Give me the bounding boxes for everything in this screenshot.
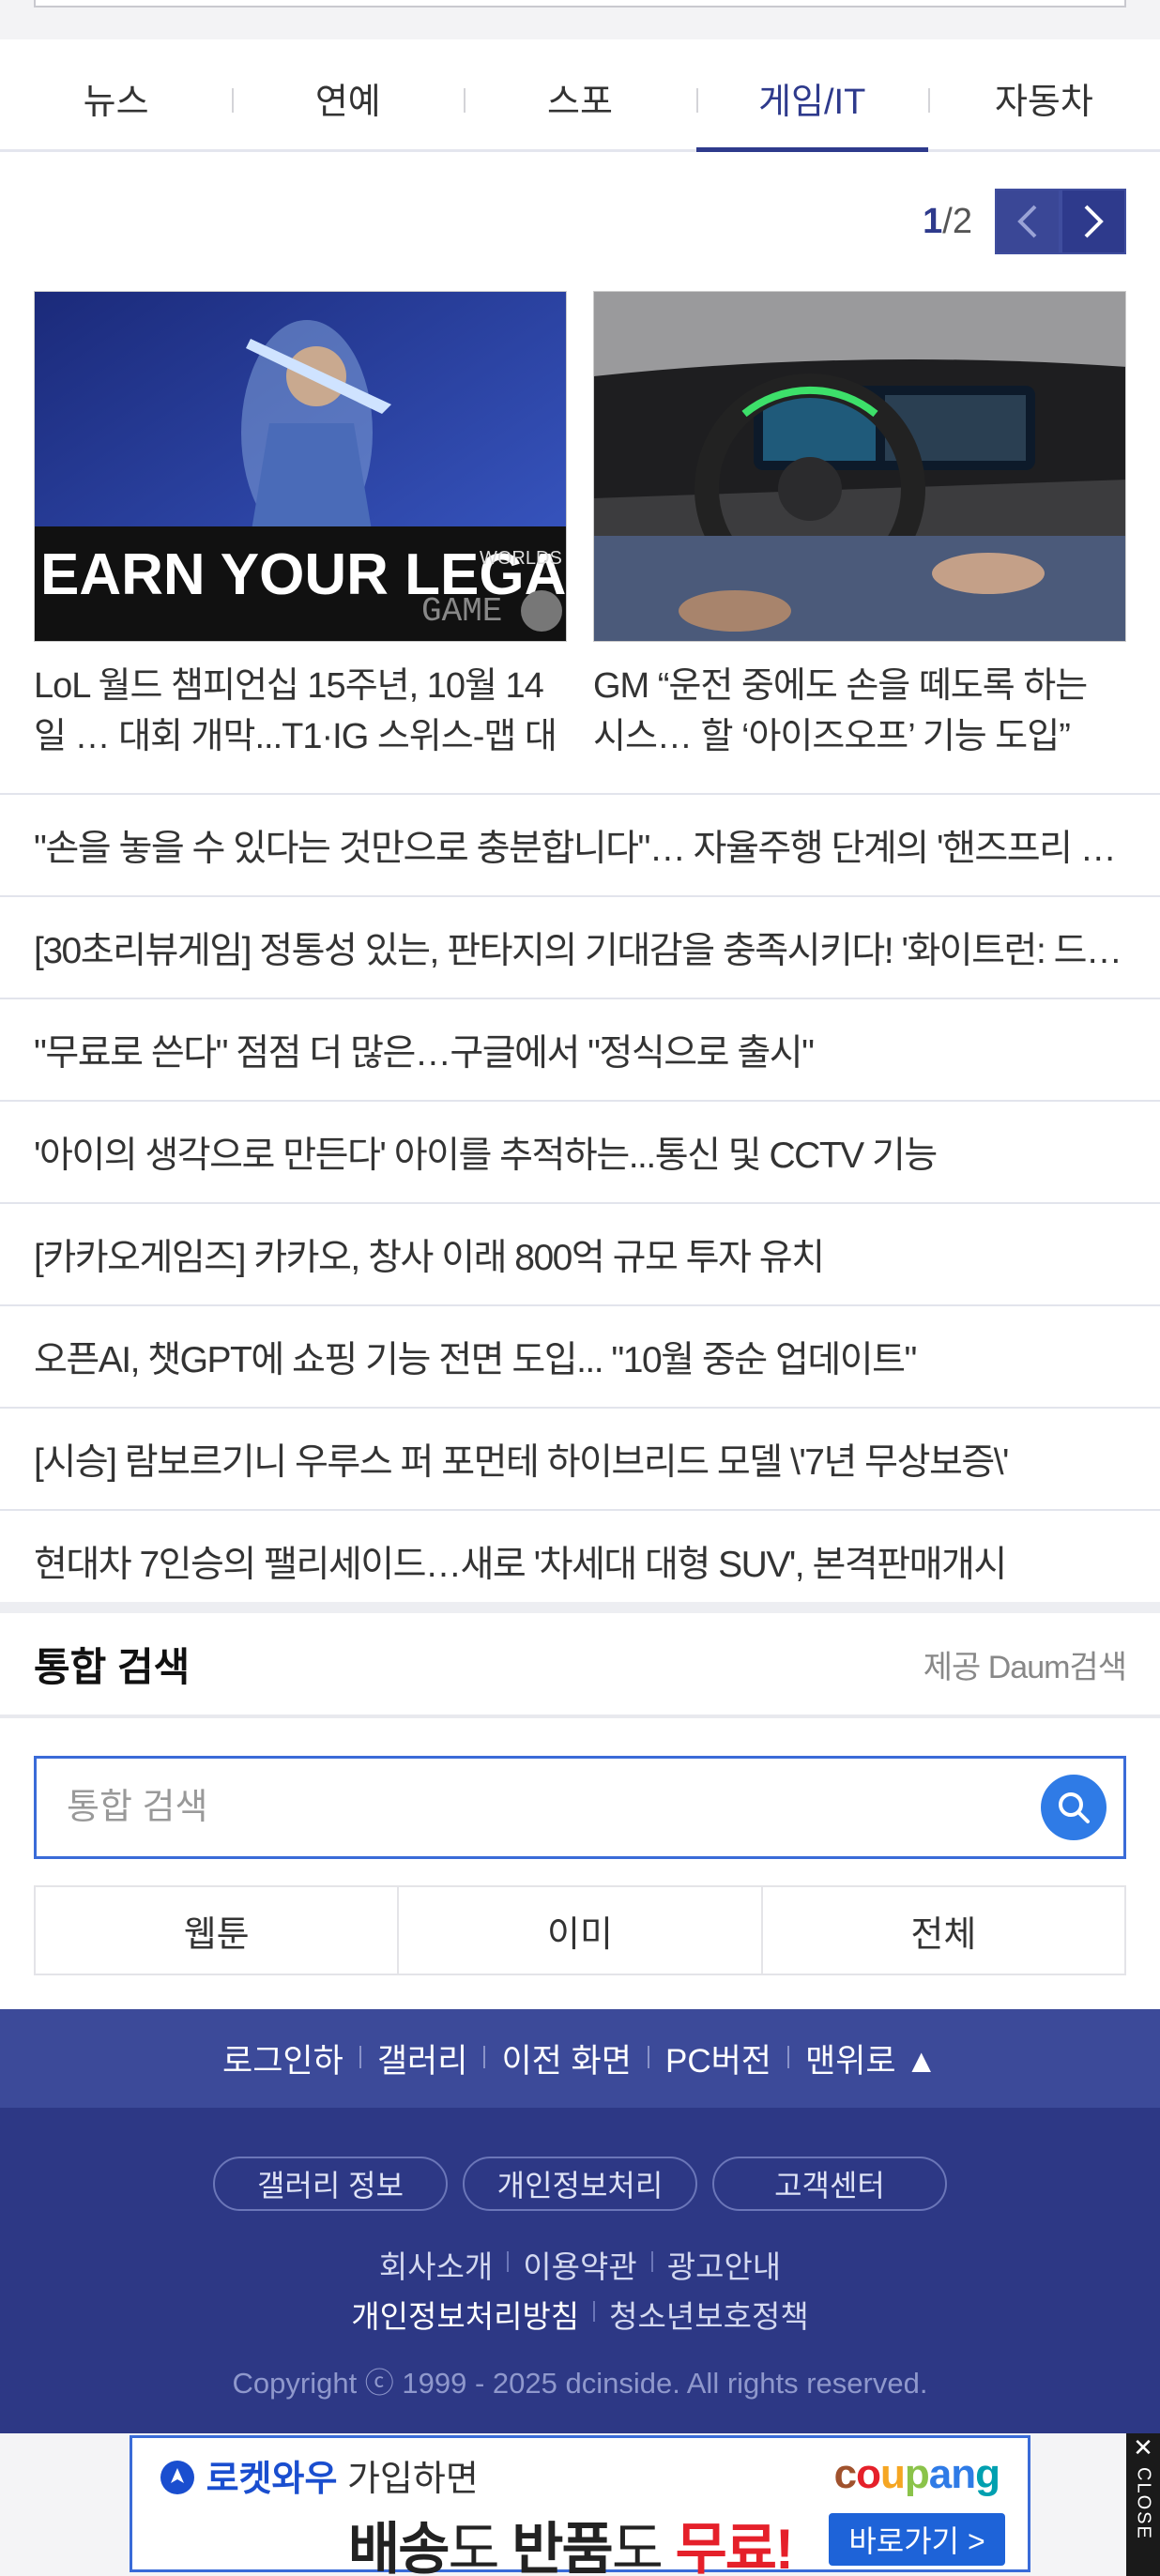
featured-card[interactable]: EARN YOUR LEGACY WORLDS 25 GAME LoL 월드 챔… xyxy=(34,291,567,762)
ad-banner[interactable]: 로켓와우 가입하면 배송도 반품도 무료! coupang 바로가기 > xyxy=(130,2435,1030,2576)
news-list: "손을 놓을 수 있다는 것만으로 충분합니다"… 자율주행 단계의 '핸즈프리… xyxy=(0,793,1160,1611)
top-strip xyxy=(0,0,1160,39)
footer-policy-links: 개인정보처리방침 청소년보호정책 xyxy=(0,2292,1160,2337)
news-item-title[interactable]: [카카오게임즈] 카카오, 창사 이래 800억 규모 투자 유치 xyxy=(34,1228,1126,1281)
footer-link[interactable]: 회사소개 xyxy=(364,2242,508,2287)
search-options: 웹툰 이미 전체 xyxy=(34,1885,1126,1975)
footer-nav: 로그인하 갤러리 이전 화면 PC버전 맨위로 ▲ xyxy=(0,2009,1160,2108)
news-item-title[interactable]: [시승] 람보르기니 우루스 퍼 포먼테 하이브리드 모델 \'7년 무상보증\… xyxy=(34,1433,1126,1486)
search-input[interactable] xyxy=(67,1787,1041,1828)
card-title[interactable]: GM “운전 중에도 손을 떼도록 하는 시스… 할 ‘아이즈오프’ 기능 도입… xyxy=(593,661,1126,762)
ad-banner-area: 로켓와우 가입하면 배송도 반품도 무료! coupang 바로가기 > ✕ C… xyxy=(0,2433,1160,2576)
section-divider xyxy=(0,1602,1160,1613)
news-item[interactable]: '아이의 생각으로 만든다' 아이를 추적하는...통신 및 CCTV 기능 xyxy=(0,1100,1160,1202)
news-item[interactable]: "손을 놓을 수 있다는 것만으로 충분합니다"… 자율주행 단계의 '핸즈프리… xyxy=(0,793,1160,895)
search-option[interactable]: 이미 xyxy=(397,1887,760,1974)
news-item[interactable]: "무료로 쓴다" 점점 더 많은…구글에서 "정식으로 출시" xyxy=(0,998,1160,1100)
footer-link[interactable]: 광고안내 xyxy=(650,2242,796,2287)
footer-pill[interactable]: 갤러리 정보 xyxy=(213,2157,448,2211)
rocket-icon xyxy=(160,2461,194,2494)
footer-link-youth[interactable]: 청소년보호정책 xyxy=(593,2292,824,2337)
prev-page-button[interactable] xyxy=(995,189,1061,254)
ad-line1-rest: 가입하면 xyxy=(337,2460,479,2499)
ad-headline-b: 도 xyxy=(448,2518,512,2576)
footer-link[interactable]: 이용약관 xyxy=(507,2242,651,2287)
news-item[interactable]: [카카오게임즈] 카카오, 창사 이래 800억 규모 투자 유치 xyxy=(0,1202,1160,1304)
news-item[interactable]: 현대차 7인승의 팰리세이드…새로 '차세대 대형 SUV', 본격판매개시 xyxy=(0,1509,1160,1611)
footer: 갤러리 정보 개인정보처리 고객센터 회사소개 이용약관 광고안내 개인정보처리… xyxy=(0,2108,1160,2433)
search-section-header: 통합 검색 제공 Daum검색 xyxy=(0,1613,1160,1718)
card-mark-text: GAME xyxy=(421,592,502,631)
news-item-title[interactable]: 현대차 7인승의 팰리세이드…새로 '차세대 대형 SUV', 본격판매개시 xyxy=(34,1535,1126,1588)
news-item-title[interactable]: "무료로 쓴다" 점점 더 많은…구글에서 "정식으로 출시" xyxy=(34,1024,1126,1076)
tab-news[interactable]: 뉴스 xyxy=(0,47,232,149)
footer-links: 회사소개 이용약관 광고안내 xyxy=(0,2242,1160,2287)
tab-car[interactable]: 자동차 xyxy=(927,47,1160,149)
footer-nav-login[interactable]: 로그인하 xyxy=(206,2035,360,2082)
card-badge-text: WORLDS 25 xyxy=(480,548,567,569)
ad-brand: 로켓와우 xyxy=(206,2460,338,2499)
footer-link-privacy[interactable]: 개인정보처리방침 xyxy=(336,2292,594,2337)
copyright: Copyright ⓒ 1999 - 2025 dcinside. All ri… xyxy=(232,2367,928,2400)
footer-pill[interactable]: 고객센터 xyxy=(712,2157,947,2211)
page-counter: 1/2 xyxy=(923,202,972,242)
search-option[interactable]: 전체 xyxy=(760,1887,1124,1974)
page-total: /2 xyxy=(942,201,972,241)
search-bar xyxy=(34,1756,1126,1859)
news-item-title[interactable]: [30초리뷰게임] 정통성 있는, 판타지의 기대감을 충족시키다! '화이트런… xyxy=(34,922,1126,974)
news-item-title[interactable]: 오픈AI, 챗GPT에 쇼핑 기능 전면 도입... "10월 중순 업데이트" xyxy=(34,1331,1126,1383)
ad-cta-button[interactable]: 바로가기 > xyxy=(829,2513,1005,2566)
section-title: 통합 검색 xyxy=(34,1644,191,1689)
section-source: 제공 Daum검색 xyxy=(923,1649,1127,1685)
footer-pills: 갤러리 정보 개인정보처리 고객센터 xyxy=(0,2157,1160,2211)
ad-headline-a: 배송 xyxy=(348,2518,450,2576)
chevron-right-icon xyxy=(1084,205,1104,238)
ad-headline: 배송도 반품도 무료! xyxy=(348,2504,794,2576)
close-icon: ✕ xyxy=(1133,2433,1153,2462)
featured-cards: EARN YOUR LEGACY WORLDS 25 GAME LoL 월드 챔… xyxy=(34,291,1126,762)
ad-headline-d: 도 xyxy=(611,2518,676,2576)
card-thumbnail-car xyxy=(593,291,1126,642)
pagination: 1/2 xyxy=(923,189,1126,254)
ad-headline-c: 반품 xyxy=(511,2518,613,2576)
news-item[interactable]: [시승] 람보르기니 우루스 퍼 포먼테 하이브리드 모델 \'7년 무상보증\… xyxy=(0,1407,1160,1509)
news-item[interactable]: 오픈AI, 챗GPT에 쇼핑 기능 전면 도입... "10월 중순 업데이트" xyxy=(0,1304,1160,1407)
card-thumbnail-lol: EARN YOUR LEGACY WORLDS 25 GAME xyxy=(34,291,567,642)
search-button[interactable] xyxy=(1041,1775,1107,1840)
ad-headline-e: 무료! xyxy=(675,2518,794,2576)
card-title[interactable]: LoL 월드 챔피언십 15주년, 10월 14일 … 대회 개막...T1·I… xyxy=(34,661,567,762)
footer-nav-pc-version[interactable]: PC버전 xyxy=(647,2035,788,2082)
next-page-button[interactable] xyxy=(1061,189,1126,254)
search-box-edge xyxy=(34,0,1126,8)
footer-nav-back[interactable]: 이전 화면 xyxy=(483,2035,649,2082)
tab-game-it[interactable]: 게임/IT xyxy=(695,47,929,152)
category-tabs: 뉴스 연예 스포 게임/IT 자동차 xyxy=(0,47,1160,152)
ad-line1: 로켓와우 가입하면 xyxy=(159,2449,479,2501)
page-current: 1 xyxy=(923,201,943,241)
search-option[interactable]: 웹툰 xyxy=(36,1887,397,1974)
footer-pill[interactable]: 개인정보처리 xyxy=(463,2157,697,2211)
footer-nav-gallery[interactable]: 갤러리 xyxy=(359,2035,485,2082)
ad-close-label: CLOSE xyxy=(1133,2467,1154,2540)
search-icon xyxy=(1059,1792,1090,1823)
tab-entertainment[interactable]: 연예 xyxy=(232,47,464,149)
coupang-logo: coupang xyxy=(833,2451,1000,2497)
footer-nav-top[interactable]: 맨위로 ▲ xyxy=(787,2035,954,2082)
tab-sports[interactable]: 스포 xyxy=(464,47,695,149)
ad-close-button[interactable]: ✕ CLOSE xyxy=(1126,2433,1160,2576)
featured-card[interactable]: GM “운전 중에도 손을 떼도록 하는 시스… 할 ‘아이즈오프’ 기능 도입… xyxy=(593,291,1126,762)
chevron-left-icon xyxy=(1017,205,1037,238)
news-item-title[interactable]: '아이의 생각으로 만든다' 아이를 추적하는...통신 및 CCTV 기능 xyxy=(34,1126,1126,1179)
news-item[interactable]: [30초리뷰게임] 정통성 있는, 판타지의 기대감을 충족시키다! '화이트런… xyxy=(0,895,1160,998)
news-item-title[interactable]: "손을 놓을 수 있다는 것만으로 충분합니다"… 자율주행 단계의 '핸즈프리… xyxy=(34,819,1126,872)
